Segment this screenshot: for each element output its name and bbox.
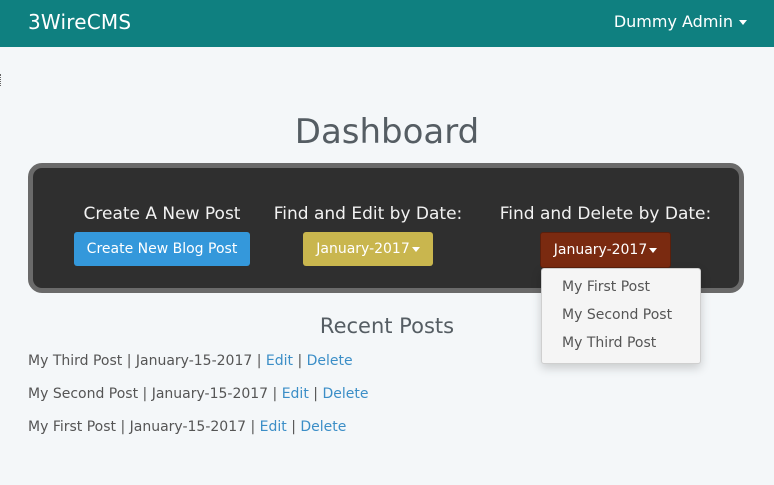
user-name-label: Dummy Admin: [613, 12, 733, 31]
delete-date-dropdown-button[interactable]: January-2017: [539, 232, 672, 268]
list-item: My Third Post | January-15-2017 | Edit |…: [28, 353, 353, 369]
edit-by-date-column: Find and Edit by Date: January-2017: [273, 204, 463, 266]
delete-by-date-label: Find and Delete by Date:: [499, 204, 712, 224]
caret-down-icon: [411, 246, 420, 252]
list-item: My First Post | January-15-2017 | Edit |…: [28, 419, 346, 435]
separator: |: [286, 419, 301, 435]
page-edge-marker: [0, 74, 3, 86]
separator: |: [308, 386, 323, 402]
separator: |: [293, 353, 307, 369]
post-info: My Second Post | January-15-2017 |: [28, 386, 282, 402]
edit-link[interactable]: Edit: [266, 353, 293, 369]
post-info: My Third Post | January-15-2017 |: [28, 353, 266, 369]
edit-link[interactable]: Edit: [260, 419, 287, 435]
delete-by-date-column: Find and Delete by Date: January-2017: [493, 204, 718, 268]
create-blog-post-button[interactable]: Create New Blog Post: [73, 232, 251, 266]
create-post-label: Create A New Post: [83, 204, 241, 224]
user-menu-toggle[interactable]: Dummy Admin: [614, 12, 747, 31]
create-post-column: Create A New Post Create New Blog Post: [72, 204, 252, 266]
delete-link[interactable]: Delete: [307, 353, 353, 369]
dropdown-item-first-post[interactable]: My First Post: [562, 279, 650, 295]
edit-date-dropdown-button[interactable]: January-2017: [303, 232, 433, 266]
recent-posts-title: Recent Posts: [319, 314, 455, 338]
post-info: My First Post | January-15-2017 |: [28, 419, 260, 435]
page-title: Dashboard: [294, 112, 480, 152]
edit-link[interactable]: Edit: [282, 386, 309, 402]
caret-down-icon: [649, 247, 658, 253]
edit-date-value: January-2017: [316, 241, 410, 257]
delete-date-value: January-2017: [553, 242, 648, 258]
top-navbar: 3WireCMS Dummy Admin: [0, 0, 774, 47]
caret-down-icon: [739, 20, 747, 25]
brand-link[interactable]: 3WireCMS: [28, 10, 131, 34]
delete-link[interactable]: Delete: [322, 386, 368, 402]
edit-by-date-label: Find and Edit by Date:: [273, 204, 463, 224]
list-item: My Second Post | January-15-2017 | Edit …: [28, 386, 368, 402]
delete-link[interactable]: Delete: [300, 419, 346, 435]
